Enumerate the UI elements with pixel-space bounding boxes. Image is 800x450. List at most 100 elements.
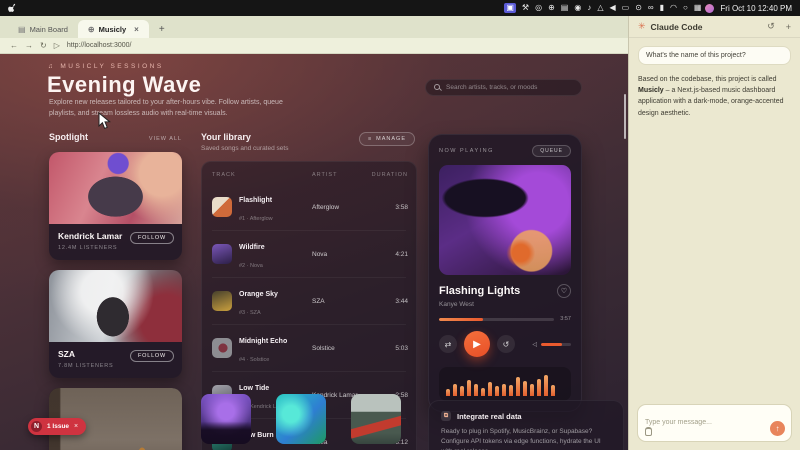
playlist-thumb-lasers[interactable] — [276, 394, 326, 444]
user-avatar[interactable] — [705, 4, 714, 13]
integrate-heading: Integrate real data — [457, 412, 522, 421]
attachment-icon[interactable] — [645, 427, 652, 436]
play-button[interactable]: ▶ — [464, 331, 490, 357]
windows-icon[interactable]: ▭ — [622, 3, 630, 13]
search-bar[interactable] — [425, 79, 582, 96]
glasses-icon[interactable]: ∞ — [648, 3, 654, 13]
message-input[interactable] — [645, 419, 784, 426]
tab-strip: ▤ Main Board ⊕ Musicly × + — [0, 16, 628, 38]
follow-button[interactable]: FOLLOW — [130, 350, 174, 362]
close-tab-icon[interactable]: × — [134, 25, 139, 34]
share-icon[interactable]: ▷ — [54, 41, 60, 50]
board-icon: ▤ — [18, 25, 26, 34]
shuffle-button[interactable]: ⇄ — [439, 335, 457, 353]
listener-count: 12.4M LISTENERS — [58, 245, 173, 251]
new-chat-icon[interactable]: + — [786, 22, 791, 32]
volume-icon[interactable]: ◀ — [609, 3, 615, 13]
assistant-message: Based on the codebase, this project is c… — [638, 74, 791, 119]
volume-slider[interactable] — [541, 343, 571, 346]
eq-bar — [460, 386, 464, 396]
eq-bar — [516, 377, 520, 396]
musicly-page: ♫ MUSICLY SESSIONS Evening Wave Explore … — [0, 54, 628, 450]
album-art — [212, 291, 232, 311]
eq-bar — [474, 384, 478, 396]
search-input[interactable] — [446, 84, 573, 91]
progress-bar[interactable] — [439, 318, 554, 321]
chat-input-box[interactable]: ↑ — [637, 404, 792, 442]
macos-menu-bar: ▣ ⚒ ◎ ⊕ ▤ ◉ ♪ △ ◀ ▭ ⊙ ∞ ▮ ◠ ○ ▦ Fri Oct 10 12:40 PM — [0, 0, 800, 16]
manage-icon: ≡ — [368, 136, 372, 142]
artist-photo — [49, 270, 182, 342]
new-tab-button[interactable]: + — [159, 24, 165, 35]
forward-icon[interactable]: → — [25, 41, 33, 50]
eq-bar — [509, 385, 513, 396]
now-playing-label: NOW PLAYING — [439, 148, 494, 154]
shuffle-icon: ⇄ — [445, 340, 452, 349]
wrench-icon[interactable]: ⚒ — [522, 3, 529, 13]
camera-icon[interactable]: ◉ — [574, 3, 581, 13]
view-all-link[interactable]: VIEW ALL — [149, 136, 182, 142]
queue-button[interactable]: QUEUE — [532, 145, 571, 157]
globe-icon[interactable]: ⊕ — [548, 3, 555, 13]
manage-button[interactable]: ≡ MANAGE — [359, 132, 415, 146]
eq-bar — [551, 385, 555, 396]
play-icon: ▶ — [473, 339, 481, 350]
eq-bar — [544, 375, 548, 396]
chat-messages: What's the name of this project? Based o… — [629, 38, 800, 127]
playlist-thumb-river[interactable] — [351, 394, 401, 444]
progress-fill — [439, 318, 483, 321]
heart-icon: ♡ — [561, 287, 567, 295]
close-icon[interactable]: × — [74, 423, 78, 430]
table-row[interactable]: Midnight Echo #4 · Solstice Solstice 5:0… — [212, 324, 406, 371]
repeat-button[interactable]: ↺ — [497, 335, 515, 353]
artist-photo — [49, 152, 182, 224]
album-art — [212, 197, 232, 217]
tab-label: Main Board — [30, 25, 68, 34]
eq-bar — [488, 382, 492, 396]
timer-icon[interactable]: ⊙ — [635, 3, 642, 13]
clock[interactable]: Fri Oct 10 12:40 PM — [720, 4, 792, 13]
tab-main-board[interactable]: ▤ Main Board — [8, 20, 78, 38]
track-artist: Kanye West — [439, 301, 571, 308]
tab-musicly[interactable]: ⊕ Musicly × — [78, 20, 149, 38]
desktop: ▣ ⚒ ◎ ⊕ ▤ ◉ ♪ △ ◀ ▭ ⊙ ∞ ▮ ◠ ○ ▦ Fri Oct 10 12:40 PM ▤ M… — [0, 0, 800, 450]
claude-header: ✳ Claude Code ↺ + — [629, 16, 800, 38]
eq-bar — [495, 386, 499, 396]
search-icon[interactable]: ○ — [683, 3, 688, 13]
nextjs-logo-icon: N — [31, 421, 42, 432]
music-icon[interactable]: ♪ — [587, 3, 591, 13]
follow-button[interactable]: FOLLOW — [130, 232, 174, 244]
record-icon[interactable]: ◎ — [535, 3, 542, 13]
send-button[interactable]: ↑ — [770, 421, 785, 436]
scrollbar-thumb[interactable] — [624, 94, 626, 139]
album-artwork — [439, 165, 571, 275]
history-icon[interactable]: ↺ — [767, 21, 775, 32]
claude-title: Claude Code — [651, 22, 757, 32]
apple-logo-icon[interactable] — [8, 3, 18, 13]
table-row[interactable]: Orange Sky #3 · SZA SZA 3:44 — [212, 277, 406, 324]
favorite-button[interactable]: ♡ — [557, 284, 571, 298]
keyboard-icon[interactable]: ▦ — [694, 3, 702, 13]
droplet-icon[interactable]: △ — [597, 3, 603, 13]
browser-toolbar: ← → ↻ ▷ http://localhost:3000/ — [0, 38, 628, 54]
spotlight-heading: Spotlight — [49, 132, 88, 142]
wifi-icon[interactable]: ◠ — [670, 3, 677, 13]
battery-icon[interactable]: ▮ — [660, 3, 664, 13]
eq-bar — [446, 389, 450, 396]
spotlight-card[interactable]: Kendrick Lamar 12.4M LISTENERS FOLLOW — [49, 152, 182, 260]
reload-icon[interactable]: ↻ — [40, 41, 47, 50]
user-message: What's the name of this project? — [638, 46, 791, 65]
col-track: TRACK — [212, 172, 312, 178]
favicon-globe-icon: ⊕ — [88, 25, 95, 34]
back-icon[interactable]: ← — [10, 41, 18, 50]
nextjs-issue-badge[interactable]: N 1 Issue × — [28, 418, 86, 435]
table-row[interactable]: Wildfire #2 · Nova Nova 4:21 — [212, 230, 406, 277]
playlist-thumb-concert[interactable] — [201, 394, 251, 444]
screen-share-icon[interactable]: ▣ — [504, 3, 516, 13]
table-row[interactable]: Flashlight #1 · Afterglow Afterglow 3:58 — [212, 184, 406, 230]
spotlight-card[interactable]: SZA 7.8M LISTENERS FOLLOW — [49, 270, 182, 378]
address-bar[interactable]: http://localhost:3000/ — [67, 42, 132, 49]
integrate-body: Ready to plug in Spotify, MusicBrainz, o… — [441, 427, 611, 450]
stats-icon[interactable]: ▤ — [561, 3, 569, 13]
claude-code-panel: ✳ Claude Code ↺ + What's the name of thi… — [628, 16, 800, 450]
